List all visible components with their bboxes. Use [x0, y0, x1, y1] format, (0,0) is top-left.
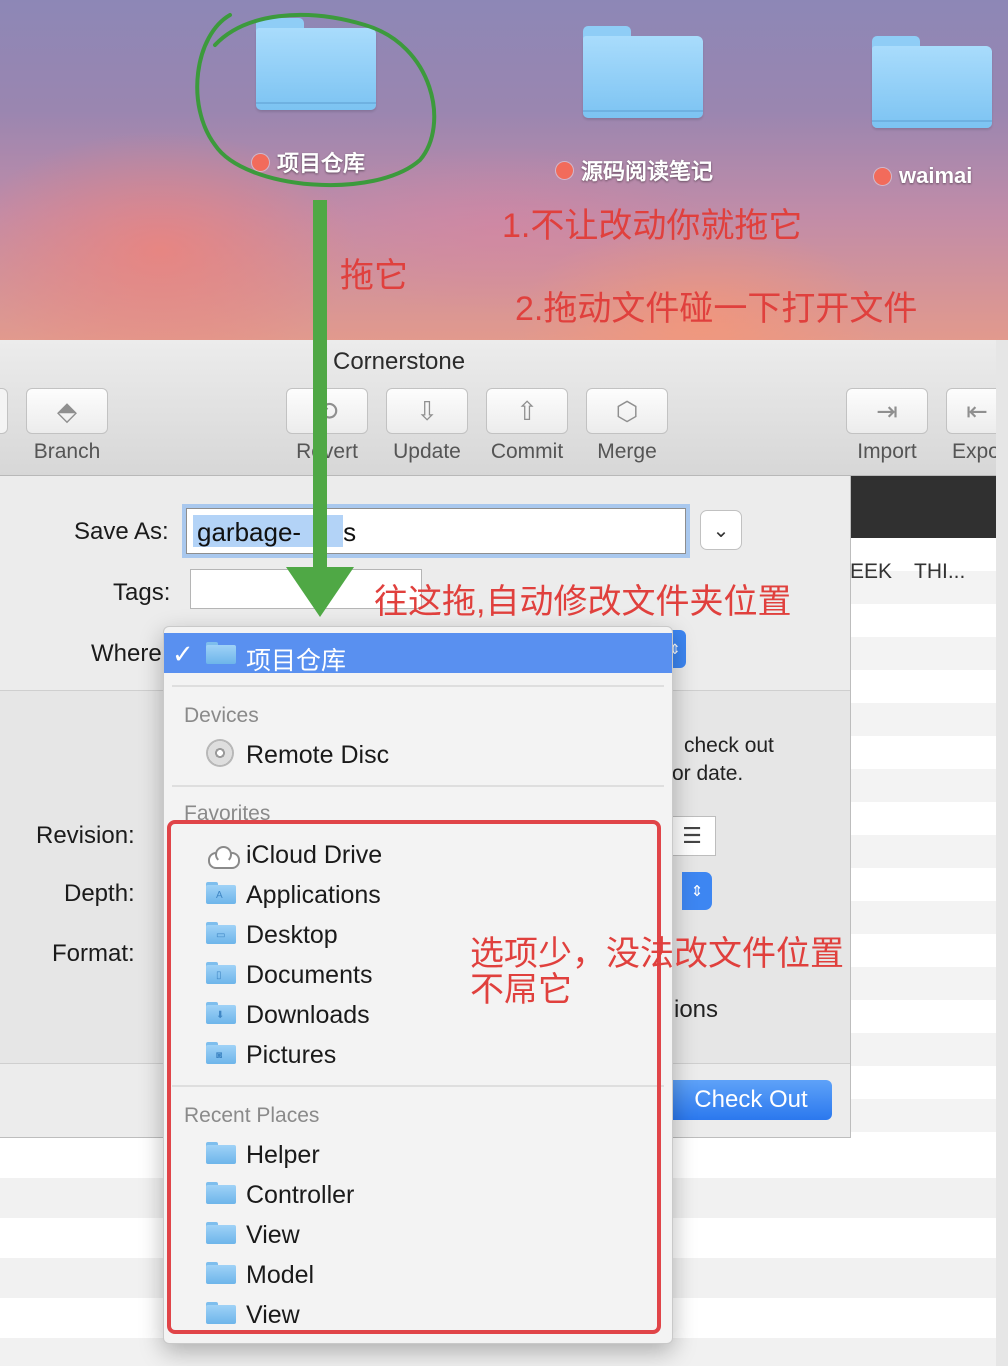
merge-icon: ⬡	[586, 388, 668, 434]
revision-list-button[interactable]: ☰	[668, 816, 716, 856]
menu-item-remote-disc[interactable]: Remote Disc	[164, 733, 672, 773]
column-header-this[interactable]: THI...	[914, 560, 965, 584]
options-fragment[interactable]: ions	[674, 996, 718, 1024]
folder-icon[interactable]	[583, 26, 703, 118]
folder-icon[interactable]	[872, 36, 992, 128]
check-out-label: Check Out	[694, 1086, 808, 1113]
chevron-down-icon: ⌄	[712, 519, 730, 542]
tags-label: Tags:	[113, 579, 171, 606]
devices-header: Devices	[184, 704, 259, 727]
checkmark-icon: ✓	[172, 639, 194, 669]
merge-button[interactable]: ⬡ Merge	[586, 388, 668, 464]
red-tag-icon	[874, 167, 891, 185]
import-icon: ⇥	[846, 388, 928, 434]
repository-list	[850, 538, 996, 1138]
menu-separator	[172, 785, 664, 787]
export-button[interactable]: ⇤ Expo	[946, 388, 996, 464]
disc-icon	[206, 739, 234, 777]
export-label: Expo	[952, 440, 996, 463]
branch-icon: ⬘	[26, 388, 108, 434]
updown-arrows-icon: ⇕	[690, 883, 704, 900]
menu-item-selected-folder[interactable]: ✓ 项目仓库	[164, 633, 672, 675]
commit-label: Commit	[490, 440, 564, 463]
branch-label: Branch	[33, 440, 101, 463]
column-header-week[interactable]: EEK	[850, 560, 892, 584]
save-as-label: Save As:	[74, 518, 169, 545]
import-label: Import	[857, 440, 917, 463]
export-icon: ⇤	[946, 388, 996, 434]
update-button[interactable]: ⇩ Update	[386, 388, 468, 464]
format-label: Format:	[52, 940, 135, 967]
commit-button[interactable]: ⇧ Commit	[486, 388, 568, 464]
expand-chevron-button[interactable]: ⌄	[700, 510, 742, 550]
depth-popup-stepper[interactable]: ⇕	[682, 872, 712, 910]
commit-icon: ⇧	[486, 388, 568, 434]
depth-label: Depth:	[64, 880, 135, 907]
folder-label: waimai	[899, 163, 973, 188]
annotation-red-box	[167, 820, 661, 1334]
annotation-green-circle	[195, 12, 437, 188]
annotation-note-1: 1.不让改动你就拖它	[502, 207, 803, 245]
check-out-button[interactable]: Check Out	[650, 1080, 832, 1120]
toolbar-button-partial[interactable]	[0, 388, 8, 434]
annotation-green-arrow	[286, 200, 354, 617]
import-button[interactable]: ⇥ Import	[846, 388, 928, 464]
hint-line-2: or date.	[672, 762, 744, 785]
update-label: Update	[393, 440, 461, 463]
list-header-dark	[850, 476, 996, 538]
window-toolbar: Cornerstone ⬘ Branch ⟲ Revert ⇩ Update ⇧…	[0, 340, 996, 476]
menu-separator	[172, 685, 664, 687]
branch-button[interactable]: ⬘ Branch	[26, 388, 108, 464]
folder-label: 源码阅读笔记	[581, 159, 714, 184]
annotation-ignore-it: 不屌它	[470, 971, 572, 1009]
update-icon: ⇩	[386, 388, 468, 434]
revision-label: Revision:	[36, 822, 135, 849]
red-tag-icon	[556, 161, 573, 179]
annotation-drop-here: 往这拖,自动修改文件夹位置	[374, 583, 792, 621]
merge-label: Merge	[597, 440, 657, 463]
list-icon: ☰	[682, 823, 702, 848]
hint-line-1: check out	[684, 734, 774, 757]
where-label: Where	[91, 640, 162, 667]
save-as-field[interactable]: garbage-s	[186, 508, 686, 554]
annotation-note-2: 2.拖动文件碰一下打开文件	[515, 290, 918, 328]
menu-item-label: 项目仓库	[246, 647, 347, 675]
folder-icon	[206, 642, 236, 671]
menu-item-label: Remote Disc	[246, 741, 390, 769]
window-edge	[996, 340, 1008, 1366]
